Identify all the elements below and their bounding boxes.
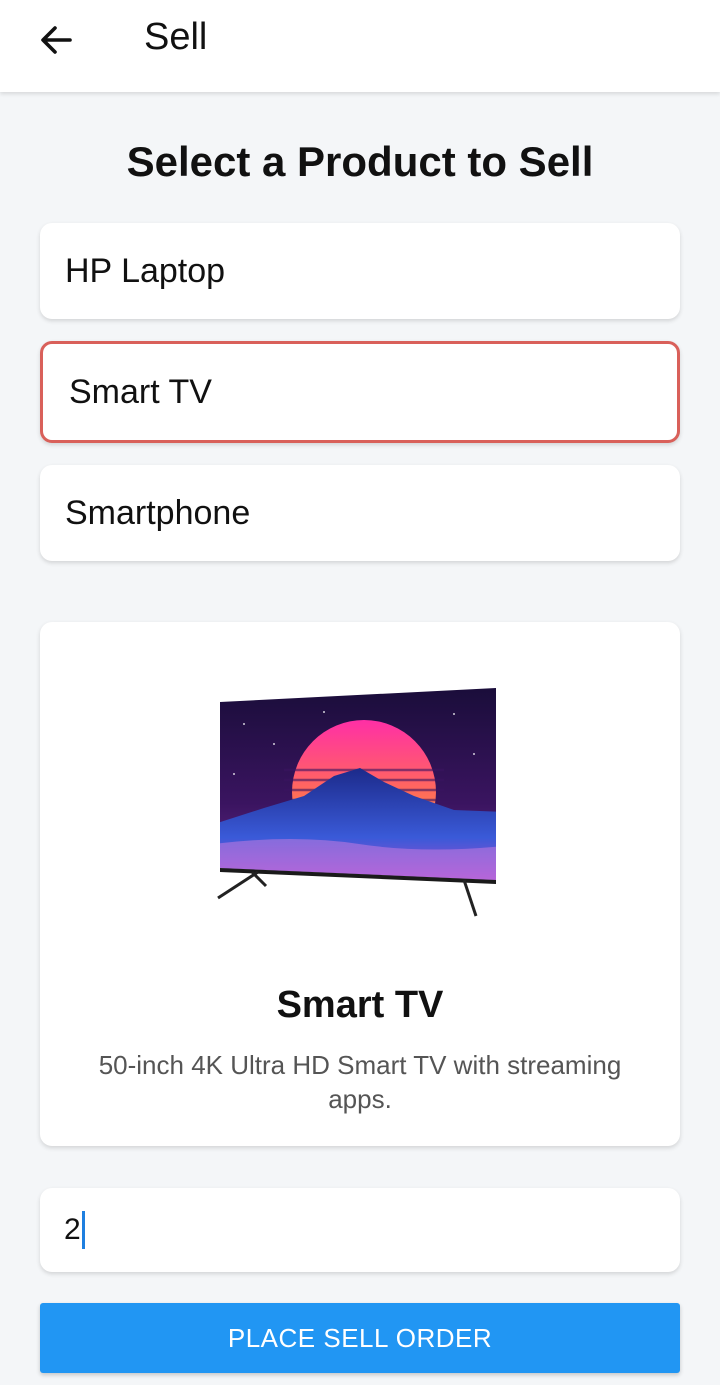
arrow-left-icon bbox=[41, 26, 72, 54]
text-caret bbox=[81, 1211, 85, 1249]
quantity-value: 2 bbox=[64, 1213, 81, 1246]
product-option-label: HP Laptop bbox=[65, 251, 226, 290]
quantity-input[interactable]: 2 bbox=[40, 1188, 680, 1272]
product-detail-description: 50-inch 4K Ultra HD Smart TV with stream… bbox=[98, 1050, 622, 1114]
product-detail-card: Smart TV 50-inch 4K Ultra HD Smart TV wi… bbox=[40, 622, 680, 1146]
page-title: Sell bbox=[144, 16, 208, 58]
product-detail-name: Smart TV bbox=[276, 984, 444, 1026]
place-sell-order-button[interactable]: PLACE SELL ORDER bbox=[40, 1303, 680, 1373]
product-option-label: Smart TV bbox=[69, 372, 212, 411]
app-bar: Sell bbox=[0, 0, 720, 92]
product-option-smartphone[interactable]: Smartphone bbox=[40, 465, 680, 561]
section-heading: Select a Product to Sell bbox=[126, 138, 594, 185]
product-option-label: Smartphone bbox=[65, 493, 251, 532]
back-button[interactable] bbox=[30, 14, 82, 66]
smart-tv-image bbox=[217, 688, 496, 917]
product-option-hp-laptop[interactable]: HP Laptop bbox=[40, 223, 680, 319]
product-option-smart-tv[interactable]: Smart TV bbox=[40, 341, 680, 443]
